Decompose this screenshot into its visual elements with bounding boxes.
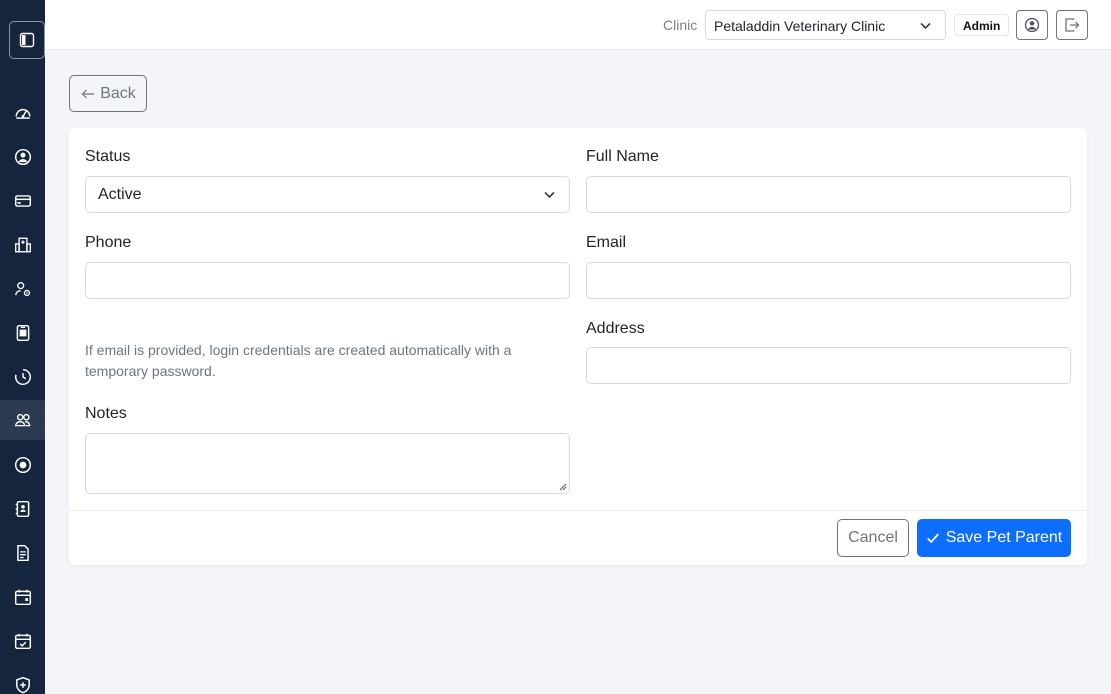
clinic-label: Clinic [663,17,698,33]
email-input[interactable] [586,262,1071,299]
person-circle-icon [14,148,31,166]
clinic-select-value: Petaladdin Veterinary Clinic [714,18,886,34]
people-icon [14,413,31,427]
record-circle-icon [14,456,31,474]
sidebar-item-clinics[interactable] [0,225,45,265]
save-button-label: Save Pet Parent [945,529,1063,546]
clock-history-icon [14,368,31,385]
sidebar-item-pet-parents[interactable] [0,400,45,440]
full-name-label: Full Name [586,148,659,165]
speedometer-icon [15,108,30,119]
clinic-select[interactable]: Petaladdin Veterinary Clinic [705,10,946,40]
address-input[interactable] [586,347,1071,384]
cancel-button[interactable]: Cancel [837,519,909,557]
sidebar-item-dashboard[interactable] [0,93,45,133]
person-gear-icon [14,282,30,297]
sidebar-item-records[interactable] [0,445,45,485]
phone-input[interactable] [85,262,570,299]
email-help-text: If email is provided, login credentials … [85,342,512,379]
email-label: Email [586,234,627,251]
full-name-input[interactable] [586,176,1071,213]
sidebar-item-staff[interactable] [0,269,45,309]
calendar-check-icon [14,633,31,650]
sidebar-toggle-icon [19,32,35,48]
person-circle-icon [1024,17,1040,33]
sidebar-item-history[interactable] [0,357,45,397]
chevron-down-icon [544,191,555,199]
hospital-icon [14,237,31,253]
chevron-down-icon [920,22,931,30]
sidebar-item-calendar[interactable] [0,577,45,617]
shield-plus-icon [15,676,30,694]
sidebar-item-security[interactable] [0,665,45,694]
status-select[interactable]: Active [85,176,570,213]
sidebar-item-billing[interactable] [0,181,45,221]
notes-textarea[interactable] [85,433,570,494]
top-bar: Clinic Petaladdin Veterinary Clinic Admi… [45,0,1111,50]
sidebar-item-profile[interactable] [0,137,45,177]
arrow-left-icon [81,89,95,98]
pet-parent-form-card: Status Active Full Name Phone Email If e… [69,128,1087,565]
save-pet-parent-button[interactable]: Save Pet Parent [917,519,1071,557]
sidebar-toggle-button[interactable] [9,21,45,59]
notes-label: Notes [85,405,127,422]
status-select-value: Active [98,186,142,203]
address-label: Address [586,320,645,337]
check-icon [926,533,939,544]
file-text-icon [16,544,29,562]
sidebar-item-badges[interactable] [0,313,45,353]
sidebar-item-documents[interactable] [0,533,45,573]
sidebar-item-contacts[interactable] [0,489,45,529]
contact-list-icon [15,500,29,518]
box-arrow-right-icon [1065,18,1080,32]
role-badge: Admin [954,14,1010,36]
resize-grip-icon[interactable] [559,483,567,491]
status-label: Status [85,148,131,165]
back-button-label: Back [100,84,136,102]
id-badge-icon [16,324,29,342]
calendar-event-icon [14,589,31,606]
profile-button[interactable] [1016,10,1048,40]
phone-label: Phone [85,234,132,251]
card-footer-divider [69,510,1087,511]
back-button[interactable]: Back [69,75,147,112]
credit-card-icon [14,195,31,207]
sidebar [0,0,45,694]
logout-button[interactable] [1056,10,1088,40]
sidebar-item-appointments[interactable] [0,621,45,661]
